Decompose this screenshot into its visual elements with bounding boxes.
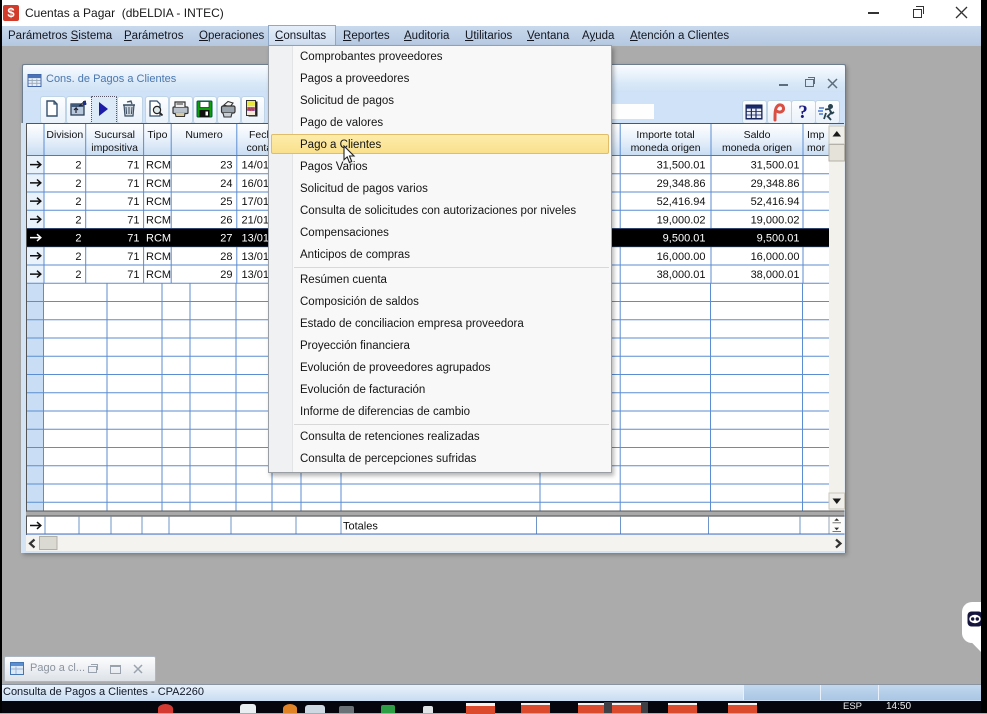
svg-text:Sucursal: Sucursal bbox=[94, 129, 135, 141]
svg-text:14/01: 14/01 bbox=[241, 160, 269, 172]
svg-text:13/01: 13/01 bbox=[241, 251, 269, 263]
svg-text:71: 71 bbox=[127, 251, 139, 263]
svg-text:moneda origen: moneda origen bbox=[631, 142, 701, 154]
svg-text:Numero: Numero bbox=[185, 129, 223, 141]
svg-text:Imp: Imp bbox=[807, 129, 825, 141]
svg-text:24: 24 bbox=[220, 178, 232, 190]
svg-text:29: 29 bbox=[220, 269, 232, 281]
svg-text:13/01: 13/01 bbox=[241, 269, 269, 281]
svg-text:2: 2 bbox=[75, 196, 81, 208]
svg-text:19,000.02: 19,000.02 bbox=[751, 215, 800, 227]
svg-text:2: 2 bbox=[75, 251, 81, 263]
svg-text:?: ? bbox=[798, 102, 808, 123]
svg-text:38,000.01: 38,000.01 bbox=[751, 269, 800, 281]
svg-text:71: 71 bbox=[127, 160, 139, 172]
svg-text:16/01: 16/01 bbox=[241, 178, 269, 190]
svg-text:RCM: RCM bbox=[146, 215, 171, 227]
svg-text:52,416.94: 52,416.94 bbox=[657, 196, 706, 208]
svg-text:26: 26 bbox=[220, 215, 232, 227]
svg-text:16,000.00: 16,000.00 bbox=[751, 251, 800, 263]
svg-text:9,500.01: 9,500.01 bbox=[663, 233, 706, 245]
svg-text:impositiva: impositiva bbox=[91, 142, 138, 154]
svg-text:9,500.01: 9,500.01 bbox=[757, 233, 800, 245]
svg-text:RCM: RCM bbox=[146, 269, 171, 281]
svg-text:Tipo: Tipo bbox=[147, 129, 167, 141]
svg-text:RCM: RCM bbox=[146, 233, 171, 245]
svg-text:25: 25 bbox=[220, 196, 232, 208]
svg-text:21/01: 21/01 bbox=[241, 215, 269, 227]
svg-text:13/01: 13/01 bbox=[241, 233, 269, 245]
svg-text:2: 2 bbox=[75, 215, 81, 227]
svg-text:71: 71 bbox=[127, 269, 139, 281]
svg-text:23: 23 bbox=[220, 160, 232, 172]
svg-text:19,000.02: 19,000.02 bbox=[657, 215, 706, 227]
svg-text:RCM: RCM bbox=[146, 251, 171, 263]
svg-text:2: 2 bbox=[75, 233, 81, 245]
svg-text:2: 2 bbox=[75, 160, 81, 172]
svg-text:71: 71 bbox=[127, 215, 139, 227]
svg-text:31,500.01: 31,500.01 bbox=[751, 160, 800, 172]
svg-text:71: 71 bbox=[127, 196, 139, 208]
svg-text:2: 2 bbox=[75, 269, 81, 281]
svg-text:29,348.86: 29,348.86 bbox=[657, 178, 706, 190]
svg-text:16,000.00: 16,000.00 bbox=[657, 251, 706, 263]
svg-text:17/01: 17/01 bbox=[241, 196, 269, 208]
svg-text:52,416.94: 52,416.94 bbox=[751, 196, 800, 208]
svg-text:71: 71 bbox=[127, 178, 139, 190]
svg-text:RCM: RCM bbox=[146, 160, 171, 172]
svg-text:2: 2 bbox=[75, 178, 81, 190]
svg-text:27: 27 bbox=[220, 233, 232, 245]
svg-text:mor: mor bbox=[807, 142, 826, 154]
svg-text:29,348.86: 29,348.86 bbox=[751, 178, 800, 190]
svg-text:28: 28 bbox=[220, 251, 232, 263]
svg-text:31,500.01: 31,500.01 bbox=[657, 160, 706, 172]
svg-text:Division: Division bbox=[46, 129, 83, 141]
svg-text:71: 71 bbox=[127, 233, 139, 245]
svg-text:Importe total: Importe total bbox=[636, 129, 694, 141]
svg-text:RCM: RCM bbox=[146, 196, 171, 208]
svg-text:38,000.01: 38,000.01 bbox=[657, 269, 706, 281]
svg-text:Totales: Totales bbox=[343, 521, 378, 533]
svg-text:moneda origen: moneda origen bbox=[722, 142, 792, 154]
svg-text:RCM: RCM bbox=[146, 178, 171, 190]
svg-text:Saldo: Saldo bbox=[744, 129, 771, 141]
